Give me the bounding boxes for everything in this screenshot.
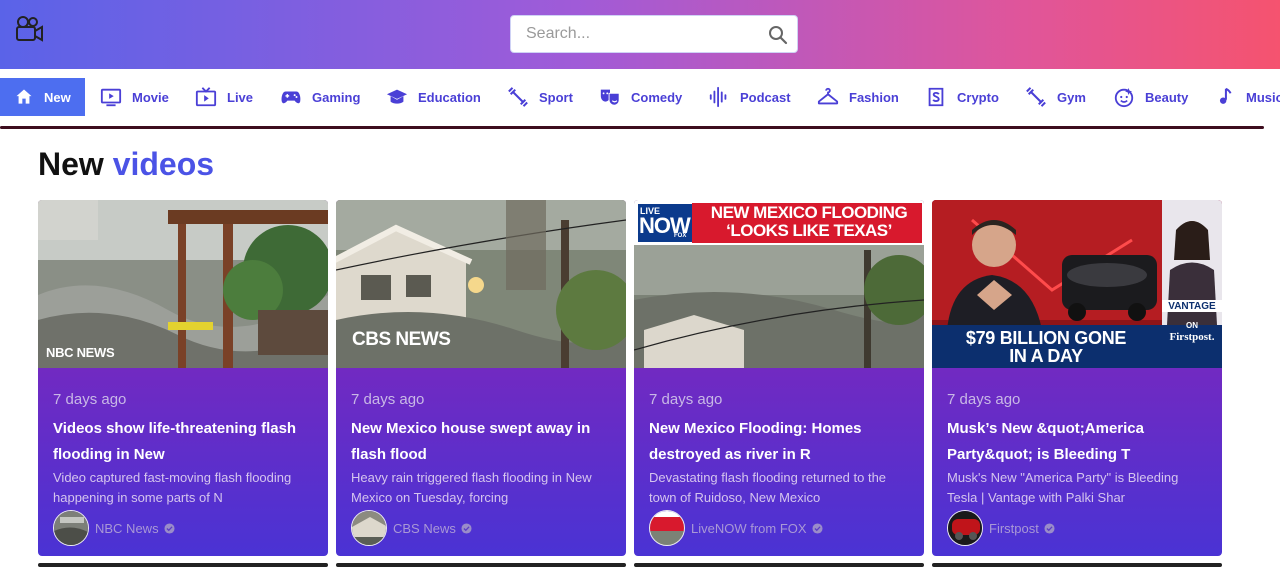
verified-check-icon (812, 522, 823, 534)
thumbnail-brand-on: ON (1186, 321, 1198, 330)
video-title[interactable]: Musk’s New &quot;America Party&quot; is … (947, 416, 1209, 468)
sound-wave-icon (709, 86, 727, 108)
thumbnail-caption-2: IN A DAY (1009, 346, 1083, 366)
video-card[interactable]: CBS NEWS 7 days ago New Mexico house swe… (336, 200, 626, 556)
video-thumbnail[interactable]: NBC NEWS (38, 200, 328, 368)
nav-item-music[interactable]: Music (1214, 78, 1280, 116)
page-title-accent: videos (112, 146, 215, 182)
video-title[interactable]: New Mexico house swept away in flash flo… (351, 416, 613, 468)
nav-label: Crypto (957, 89, 999, 105)
channel-name[interactable]: Firstpost (989, 521, 1039, 536)
video-card[interactable]: LIVE NOW FOX NEW MEXICO FLOODING ‘LOOKS … (634, 200, 924, 556)
avatar[interactable] (351, 510, 387, 546)
verified-check-icon (1044, 522, 1055, 534)
video-description: Video captured fast-moving flash floodin… (53, 470, 292, 505)
video-card[interactable]: $79 BILLION GONE IN A DAY VANTAGE ON Fir… (932, 200, 1222, 556)
video-description: Musk's New "America Party" is Bleeding T… (947, 470, 1179, 505)
channel-name[interactable]: NBC News (95, 521, 159, 536)
channel-name[interactable]: CBS News (393, 521, 456, 536)
nav-item-crypto[interactable]: Crypto (925, 78, 999, 116)
avatar[interactable] (649, 510, 685, 546)
verified-check-icon (461, 522, 472, 534)
top-header (0, 0, 1280, 69)
nav-item-fashion[interactable]: Fashion (817, 78, 899, 116)
thumbnail-badge-fox: FOX (674, 233, 687, 239)
video-description: Devastating flash flooding returned to t… (649, 470, 887, 505)
nav-divider (0, 126, 1264, 129)
tv-icon (195, 87, 217, 107)
avatar[interactable] (53, 510, 89, 546)
video-card-next-row (932, 563, 1222, 567)
video-time: 7 days ago (53, 391, 127, 408)
dumbbell-icon (1026, 87, 1046, 107)
video-time: 7 days ago (351, 391, 425, 408)
channel-name[interactable]: LiveNOW from FOX (691, 521, 807, 536)
video-card[interactable]: NBC NEWS 7 days ago Videos show life-thr… (38, 200, 328, 556)
gamepad-icon (281, 91, 301, 104)
verified-check-icon (164, 522, 175, 534)
video-time: 7 days ago (649, 391, 723, 408)
nav-label: Fashion (849, 89, 899, 105)
search-input[interactable] (511, 16, 761, 52)
home-icon (16, 89, 32, 104)
search-icon[interactable] (768, 25, 788, 45)
category-nav: New Movie Live Gaming Education Sport Co… (0, 78, 1280, 116)
nav-item-new[interactable]: New (0, 78, 85, 116)
crypto-icon (928, 87, 944, 107)
nav-label: Podcast (740, 89, 791, 105)
nav-item-gym[interactable]: Gym (1025, 78, 1086, 116)
nav-item-sport[interactable]: Sport (507, 78, 573, 116)
video-time: 7 days ago (947, 391, 1021, 408)
monitor-play-icon (100, 88, 122, 107)
dumbbell-icon (508, 87, 528, 107)
thumbnail-headline-1: NEW MEXICO FLOODING (710, 203, 908, 222)
video-thumbnail[interactable]: $79 BILLION GONE IN A DAY VANTAGE ON Fir… (932, 200, 1222, 368)
video-description: Heavy rain triggered flash flooding in N… (351, 470, 592, 505)
thumbnail-headline-2: ‘LOOKS LIKE TEXAS’ (726, 221, 892, 240)
thumbnail-brand-text: NBC NEWS (46, 345, 115, 360)
nav-label: Gym (1057, 89, 1086, 105)
theater-masks-icon (600, 89, 620, 106)
nav-label: Music (1246, 89, 1280, 105)
video-card-next-row (38, 563, 328, 567)
video-card-next-row (634, 563, 924, 567)
page-title-plain: New (38, 146, 104, 182)
nav-item-gaming[interactable]: Gaming (280, 78, 360, 116)
nav-item-education[interactable]: Education (386, 78, 481, 116)
nav-item-comedy[interactable]: Comedy (599, 78, 682, 116)
nav-label: New (44, 89, 71, 105)
nav-label: Beauty (1145, 89, 1189, 105)
hanger-icon (817, 87, 839, 105)
page-title: New videos (38, 146, 214, 183)
thumbnail-brand-text: CBS NEWS (352, 329, 451, 350)
video-title[interactable]: New Mexico Flooding: Homes destroyed as … (649, 416, 911, 468)
channel-info[interactable]: CBS News (351, 510, 472, 546)
nav-label: Education (418, 89, 481, 105)
video-title[interactable]: Videos show life-threatening flash flood… (53, 416, 315, 468)
video-thumbnail[interactable]: LIVE NOW FOX NEW MEXICO FLOODING ‘LOOKS … (634, 200, 924, 368)
nav-label: Live (227, 89, 254, 105)
nav-label: Gaming (312, 89, 361, 105)
nav-item-beauty[interactable]: Beauty (1113, 78, 1188, 116)
video-card-next-row (336, 563, 626, 567)
nav-item-movie[interactable]: Movie (100, 78, 169, 116)
search-box (510, 15, 798, 53)
nav-label: Sport (539, 89, 573, 105)
video-camera-logo-icon[interactable] (14, 15, 44, 43)
nav-label: Movie (132, 89, 169, 105)
channel-info[interactable]: NBC News (53, 510, 175, 546)
channel-info[interactable]: Firstpost (947, 510, 1055, 546)
thumbnail-brand-vantage: VANTAGE (1168, 301, 1216, 312)
channel-info[interactable]: LiveNOW from FOX (649, 510, 823, 546)
avatar[interactable] (947, 510, 983, 546)
nav-label: Comedy (631, 89, 683, 105)
video-thumbnail[interactable]: CBS NEWS (336, 200, 626, 368)
thumbnail-brand-firstpost: Firstpost. (1169, 331, 1215, 343)
face-icon (1114, 87, 1134, 108)
nav-item-podcast[interactable]: Podcast (708, 78, 791, 116)
nav-item-live[interactable]: Live (195, 78, 253, 116)
music-note-icon (1219, 87, 1232, 104)
graduation-cap-icon (386, 89, 408, 104)
